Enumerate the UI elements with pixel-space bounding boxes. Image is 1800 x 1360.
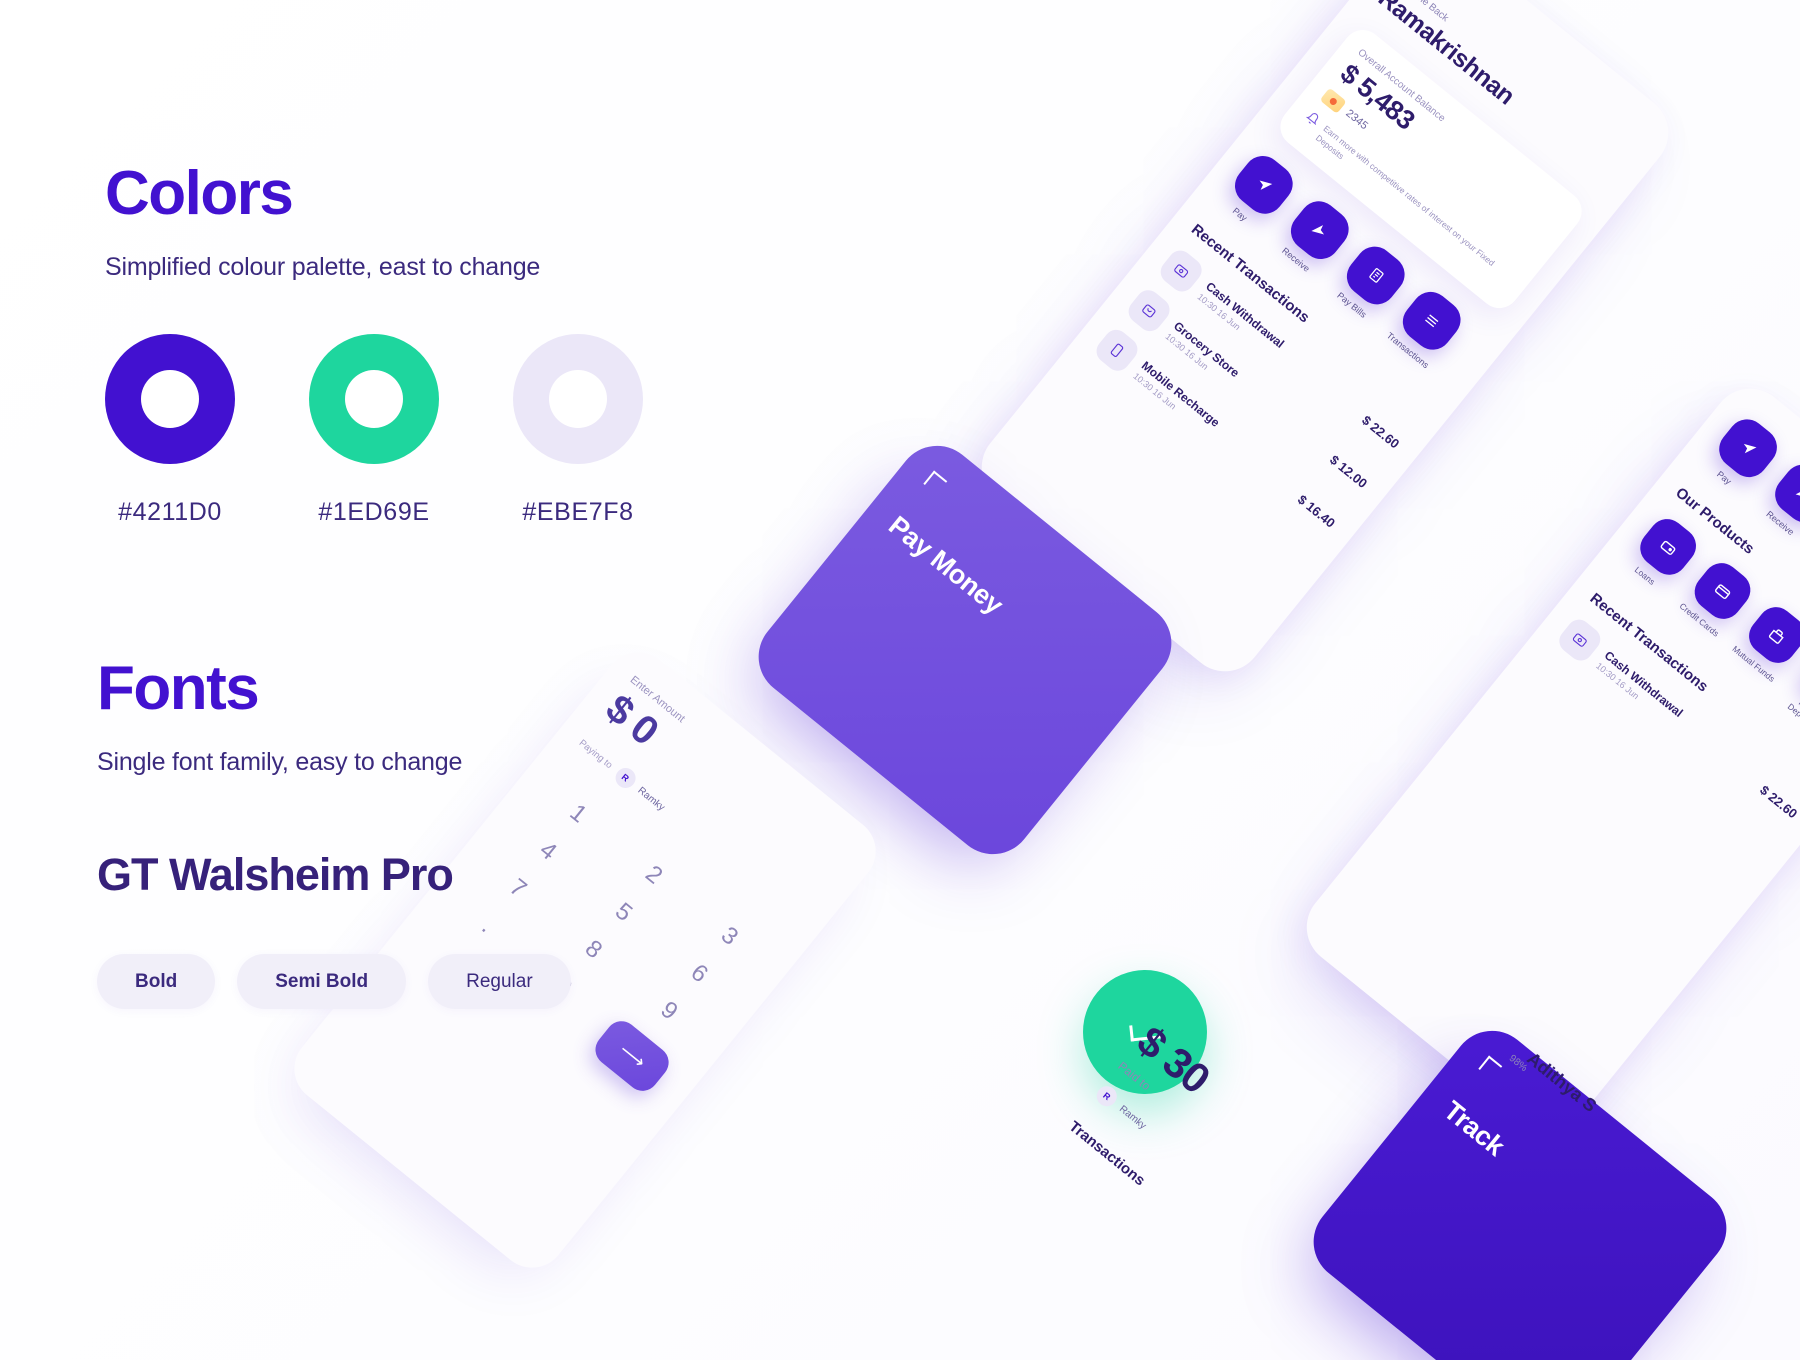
color-hex-label: #EBE7F8 — [522, 498, 634, 526]
fonts-subtitle: Single font family, easy to change — [97, 748, 463, 776]
color-ring-primary — [105, 334, 235, 464]
cart-icon — [1124, 285, 1175, 336]
font-weight-pill-regular[interactable]: Regular — [428, 954, 571, 1009]
color-hex-label: #4211D0 — [118, 498, 222, 526]
color-ring-muted — [513, 334, 643, 464]
account-number: 2345 — [1343, 107, 1371, 133]
font-weight-pill-bold[interactable]: Bold — [97, 954, 216, 1009]
fonts-section: Fonts Single font family, easy to change… — [97, 658, 571, 1009]
spec-panel: Colors Simplified colour palette, east t… — [0, 0, 760, 1360]
back-arrow-icon[interactable] — [923, 470, 948, 495]
transaction-time: 10:30 16 Jun — [1593, 660, 1641, 702]
font-weight-row: Bold Semi Bold Regular — [97, 954, 571, 1009]
mobile-icon — [1091, 324, 1143, 376]
colors-title: Colors — [105, 159, 294, 228]
transaction-amount: $ 22.60 — [1359, 412, 1403, 452]
avatar: R — [1092, 1082, 1121, 1111]
color-swatch[interactable]: #EBE7F8 — [513, 334, 643, 527]
design-system-showcase: Colors Simplified colour palette, east t… — [0, 0, 1800, 1360]
color-swatch[interactable]: #4211D0 — [105, 334, 235, 527]
transaction-amount: $ 12.00 — [1326, 452, 1371, 492]
bell-icon — [1305, 113, 1319, 126]
transaction-amount: $ 22.60 — [1757, 782, 1800, 822]
font-weight-pill-semibold[interactable]: Semi Bold — [237, 954, 407, 1009]
colors-subtitle: Simplified colour palette, east to chang… — [105, 253, 541, 281]
colors-section: Colors Simplified colour palette, east t… — [105, 163, 643, 527]
product-label: Fixed Deposits — [1785, 697, 1800, 731]
back-arrow-icon[interactable] — [1478, 1055, 1503, 1080]
payment-success-screen: $ 30 Paid to R Ramky Transactions — [869, 1017, 1392, 1360]
atm-icon — [1554, 615, 1605, 666]
atm-icon — [1156, 245, 1207, 297]
transaction-amount: $ 16.40 — [1294, 491, 1338, 531]
color-hex-label: #1ED69E — [318, 498, 430, 526]
card-chip-icon — [1319, 87, 1347, 114]
color-swatch-row: #4211D0 #1ED69E #EBE7F8 — [105, 334, 643, 527]
color-ring-accent — [309, 334, 439, 464]
font-family-name: GT Walsheim Pro — [97, 849, 454, 900]
fonts-title: Fonts — [97, 654, 260, 723]
payee-name: Ramky — [1117, 1103, 1149, 1132]
action-transactions[interactable]: Transactions — [1383, 283, 1470, 372]
track-title: Track — [1438, 1095, 1511, 1162]
color-swatch[interactable]: #1ED69E — [309, 334, 439, 527]
